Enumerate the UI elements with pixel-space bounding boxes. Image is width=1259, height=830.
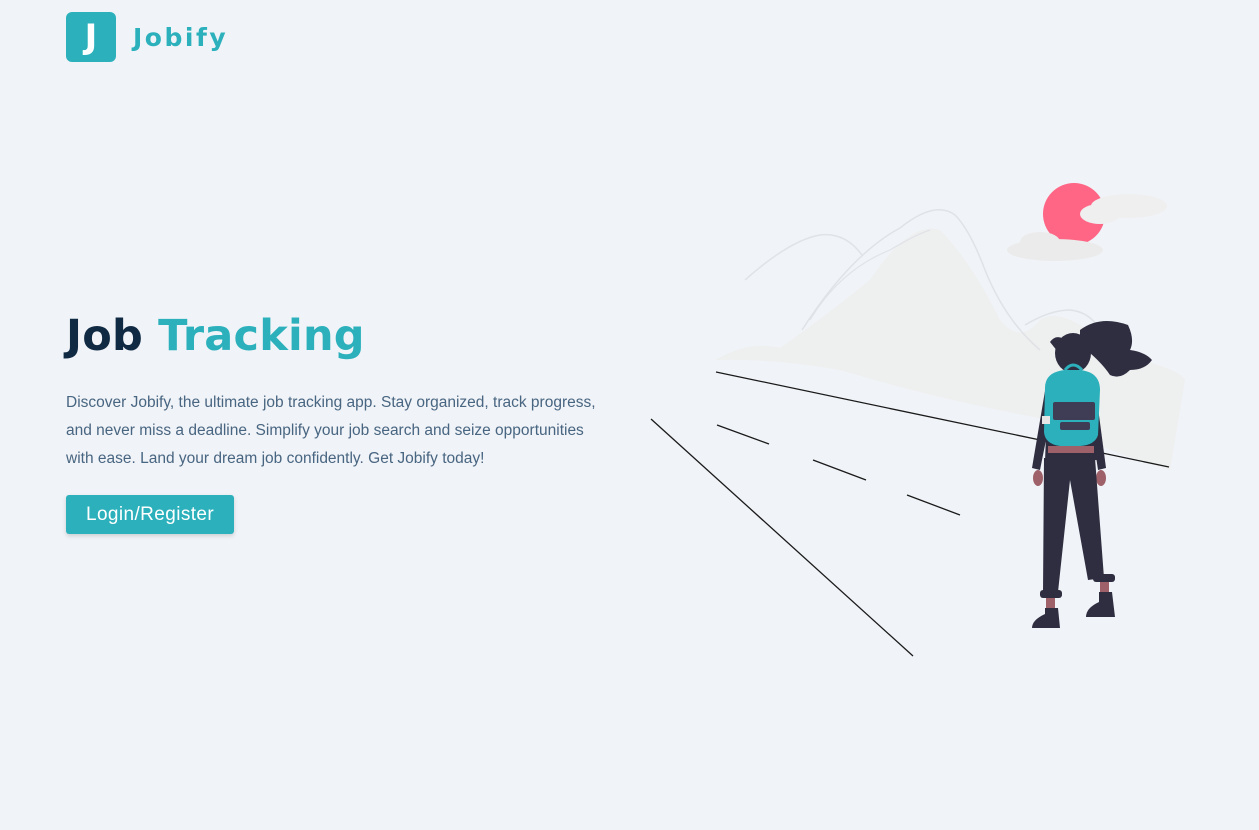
hero-title-main: Job <box>66 311 143 361</box>
road-dash <box>716 424 770 445</box>
road-line <box>650 418 914 657</box>
hero-description: Discover Jobify, the ultimate job tracki… <box>66 394 596 467</box>
hero-title-accent: Tracking <box>158 311 365 361</box>
hero-title: Job Tracking <box>66 300 626 372</box>
road-dash <box>812 459 867 481</box>
road-dash <box>906 494 961 516</box>
hero-illustration <box>650 183 1185 657</box>
logo-letter: J <box>84 17 98 57</box>
cloud-shape <box>1080 204 1120 224</box>
logo-text: Jobify <box>133 22 229 52</box>
navbar: J Jobify <box>66 12 228 62</box>
logo-icon[interactable]: J <box>66 12 116 62</box>
hero-section: Job Tracking Discover Jobify, the ultima… <box>66 300 626 534</box>
login-register-button[interactable]: Login/Register <box>66 495 235 534</box>
cloud-shape <box>1020 232 1060 252</box>
